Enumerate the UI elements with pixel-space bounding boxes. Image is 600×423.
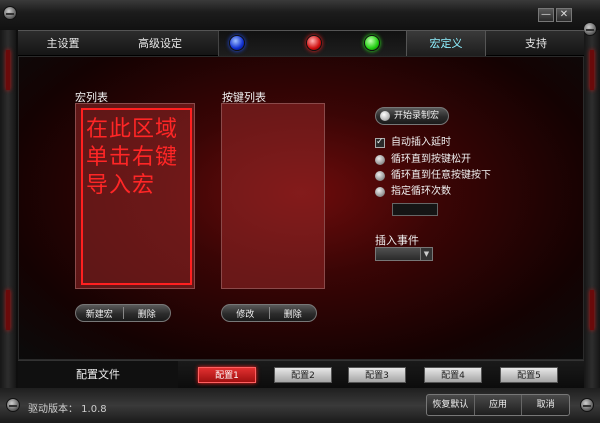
cancel-button[interactable]: 取消 [522, 395, 569, 415]
start-record-button[interactable]: 开始录制宏 [375, 107, 449, 125]
tab-main-settings[interactable]: 主设置 [18, 31, 108, 57]
profile-tab-1[interactable]: 配置1 [198, 367, 256, 383]
apply-button[interactable]: 应用 [475, 395, 523, 415]
footer-actions: 恢复默认 应用 取消 [426, 394, 570, 416]
profile-title: 配置文件 [18, 361, 178, 389]
new-macro-button[interactable]: 新建宏 [76, 307, 123, 320]
loop-until-any-key-radio[interactable]: 循环直到任意按键按下 [375, 170, 491, 184]
insert-event-label: 插入事件 [375, 234, 419, 247]
loop-until-release-radio[interactable]: 循环直到按键松开 [375, 154, 471, 168]
macro-panel: 宏列表 在此区域单击右键导入宏 按键列表 新建宏 删除 修改 删除 开始录制宏 … [18, 56, 584, 360]
radio-icon [375, 155, 385, 165]
screw-icon [580, 398, 594, 412]
led-indicator-strip [218, 31, 408, 57]
radio-icon [375, 187, 385, 197]
radio-icon [375, 171, 385, 181]
green-led-icon[interactable] [364, 35, 380, 51]
record-icon [380, 111, 390, 121]
tab-support[interactable]: 支持 [488, 31, 584, 57]
right-rail [584, 30, 600, 388]
macro-list-hint: 在此区域单击右键导入宏 [81, 108, 192, 285]
chevron-down-icon: ▼ [420, 248, 432, 260]
macro-list[interactable]: 在此区域单击右键导入宏 [75, 103, 195, 289]
loop-until-release-label: 循环直到按键松开 [391, 154, 471, 165]
macro-list-actions: 新建宏 删除 [75, 304, 171, 322]
profile-tab-4[interactable]: 配置4 [424, 367, 482, 383]
delete-key-button[interactable]: 删除 [270, 307, 317, 320]
red-led-icon[interactable] [306, 35, 322, 51]
modify-key-button[interactable]: 修改 [222, 307, 269, 320]
screw-icon [6, 398, 20, 412]
loop-count-input[interactable] [392, 203, 438, 216]
start-record-label: 开始录制宏 [394, 111, 440, 121]
checkbox-icon [375, 136, 385, 148]
loop-count-radio[interactable]: 指定循环次数 [375, 186, 451, 200]
profile-bar: 配置文件 配置1 配置2 配置3 配置4 配置5 [18, 360, 584, 389]
restore-defaults-button[interactable]: 恢复默认 [427, 395, 475, 415]
minimize-button[interactable]: — [538, 8, 554, 22]
auto-insert-delay-checkbox[interactable]: 自动插入延时 [375, 136, 451, 151]
tab-advanced-settings[interactable]: 高级设定 [110, 31, 210, 57]
auto-insert-delay-label: 自动插入延时 [391, 137, 451, 148]
blue-led-icon[interactable] [229, 35, 245, 51]
profile-tab-5[interactable]: 配置5 [500, 367, 558, 383]
tab-macro-definition[interactable]: 宏定义 [406, 31, 486, 57]
screw-icon [583, 22, 597, 36]
driver-version: 驱动版本： 1.0.8 [28, 404, 107, 415]
loop-until-any-key-label: 循环直到任意按键按下 [391, 170, 491, 181]
key-list-actions: 修改 删除 [221, 304, 317, 322]
profile-tab-3[interactable]: 配置3 [348, 367, 406, 383]
loop-count-label: 指定循环次数 [391, 186, 451, 197]
screw-icon [3, 6, 17, 20]
close-button[interactable]: ✕ [556, 8, 572, 22]
app-window: — ✕ 主设置 高级设定 宏定义 支持 宏列表 在此区域单击右键导入宏 按键列表… [0, 0, 600, 423]
profile-tab-2[interactable]: 配置2 [274, 367, 332, 383]
top-nav: 主设置 高级设定 宏定义 支持 [18, 30, 584, 57]
left-rail [0, 30, 16, 388]
title-frame [0, 0, 600, 30]
delete-macro-button[interactable]: 删除 [124, 307, 171, 320]
insert-event-dropdown[interactable]: ▼ [375, 247, 433, 261]
key-list[interactable] [221, 103, 325, 289]
